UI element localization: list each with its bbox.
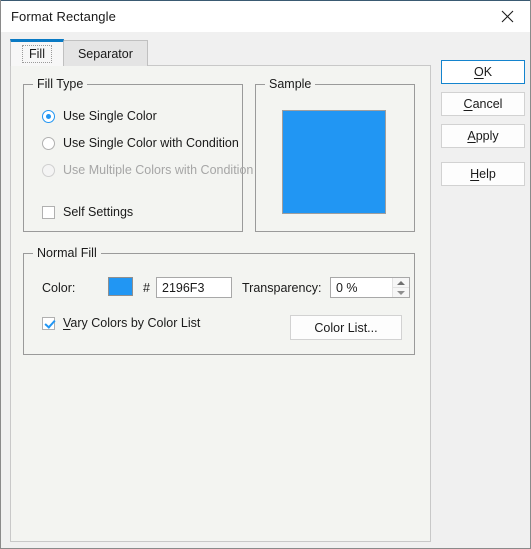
- radio-use-single-color-with-condition[interactable]: Use Single Color with Condition: [42, 136, 239, 150]
- window-title: Format Rectangle: [11, 9, 116, 24]
- accel-char: A: [467, 129, 476, 143]
- tab-separator[interactable]: Separator: [62, 40, 148, 66]
- help-button-label: Help: [470, 167, 496, 181]
- hash-label: #: [143, 281, 150, 295]
- group-normal-fill-title: Normal Fill: [33, 246, 101, 260]
- spinner-up-button[interactable]: [393, 278, 409, 288]
- checkbox-self-settings-label: Self Settings: [63, 205, 134, 219]
- label-rest: K: [483, 65, 493, 79]
- close-icon: [501, 10, 514, 23]
- tab-separator-label: Separator: [77, 46, 133, 61]
- radio-indicator-icon: [42, 109, 55, 123]
- label-rest: ancel: [472, 97, 503, 111]
- help-button[interactable]: Help: [441, 162, 525, 186]
- group-fill-type-title: Fill Type: [33, 77, 88, 91]
- chevron-down-icon: [397, 290, 405, 295]
- checkbox-indicator-icon: [42, 316, 55, 330]
- accel-char: O: [473, 65, 484, 79]
- sample-preview-swatch: [282, 110, 386, 214]
- radio-use-single-color-with-condition-label: Use Single Color with Condition: [63, 136, 239, 150]
- label-rest: elp: [479, 167, 496, 181]
- hex-color-input[interactable]: 2196F3: [156, 277, 232, 298]
- color-list-button[interactable]: Color List...: [290, 315, 402, 340]
- ok-button-label: OK: [474, 65, 492, 79]
- transparency-spinner[interactable]: 0 %: [330, 277, 410, 298]
- transparency-spinner-buttons: [392, 278, 409, 297]
- color-swatch-button[interactable]: [108, 277, 133, 296]
- apply-button[interactable]: Apply: [441, 124, 525, 148]
- accel-char: H: [470, 167, 480, 181]
- group-sample: Sample: [255, 77, 415, 232]
- close-button[interactable]: [485, 1, 530, 32]
- checkbox-self-settings[interactable]: Self Settings: [42, 205, 133, 219]
- color-list-button-label: Color List...: [314, 320, 378, 335]
- radio-indicator-icon: [42, 163, 55, 177]
- chevron-up-icon: [397, 280, 405, 285]
- label-rest: pply: [475, 129, 499, 143]
- radio-use-single-color[interactable]: Use Single Color: [42, 109, 157, 123]
- radio-indicator-icon: [42, 136, 55, 150]
- cancel-button[interactable]: Cancel: [441, 92, 525, 116]
- group-normal-fill: Normal Fill Color: # 2196F3 Transparency…: [23, 246, 415, 355]
- checkbox-vary-colors-label: Vary Colors by Color List: [63, 316, 200, 330]
- transparency-label: Transparency:: [242, 281, 322, 295]
- cancel-button-label: Cancel: [464, 97, 503, 111]
- radio-use-multiple-colors-with-condition-label: Use Multiple Colors with Condition: [63, 163, 254, 177]
- color-label: Color:: [42, 281, 76, 295]
- hex-color-value: 2196F3: [162, 280, 205, 295]
- radio-use-single-color-label: Use Single Color: [63, 109, 157, 123]
- title-bar: Format Rectangle: [1, 0, 530, 32]
- label-rest: ary Colors by Color List: [70, 316, 201, 330]
- checkbox-indicator-icon: [42, 205, 55, 219]
- tab-fill[interactable]: Fill: [10, 39, 64, 66]
- tab-fill-label: Fill: [22, 45, 52, 63]
- apply-button-label: Apply: [467, 129, 498, 143]
- accel-char: C: [463, 97, 473, 111]
- group-fill-type: Fill Type Use Single Color Use Single Co…: [23, 77, 253, 232]
- group-sample-title: Sample: [265, 77, 316, 91]
- radio-use-multiple-colors-with-condition: Use Multiple Colors with Condition: [42, 163, 253, 177]
- spinner-down-button[interactable]: [393, 288, 409, 297]
- ok-button[interactable]: OK: [441, 60, 525, 84]
- checkbox-vary-colors-by-color-list[interactable]: Vary Colors by Color List: [42, 316, 200, 330]
- tab-strip: Fill Separator: [10, 39, 148, 66]
- transparency-value: 0 %: [336, 280, 358, 295]
- tab-panel-fill: Fill Type Use Single Color Use Single Co…: [10, 65, 431, 542]
- dialog-body: Fill Separator Fill Type Use Single Colo…: [1, 32, 530, 548]
- dialog-button-column: OK Cancel Apply Help: [441, 60, 525, 194]
